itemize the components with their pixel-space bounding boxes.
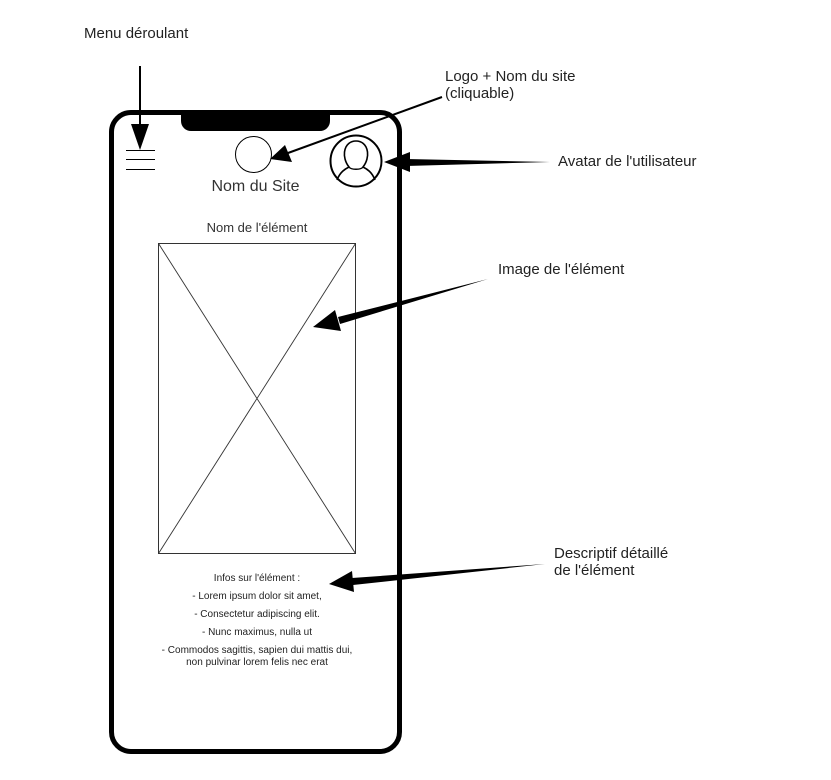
element-name: Nom de l'élément bbox=[206, 220, 308, 235]
phone-notch bbox=[181, 110, 330, 131]
details-line: - Commodos sagittis, sapien dui mattis d… bbox=[161, 645, 353, 656]
hamburger-menu-icon[interactable] bbox=[126, 150, 155, 171]
annotation-description-line2: de l'élément bbox=[554, 562, 635, 579]
hamburger-bar bbox=[126, 169, 155, 170]
details-line: non pulvinar lorem felis nec erat bbox=[186, 657, 328, 668]
annotation-menu-label: Menu déroulant bbox=[84, 25, 189, 42]
annotation-description-line1: Descriptif détaillé bbox=[554, 545, 669, 562]
annotation-logo-line1: Logo + Nom du site bbox=[445, 68, 576, 85]
arrow-avatar bbox=[384, 152, 550, 172]
annotation-logo-line2: (cliquable) bbox=[445, 85, 515, 102]
annotation-description-label: Descriptif détaillé de l'élément bbox=[554, 545, 668, 579]
hamburger-bar bbox=[126, 159, 155, 160]
annotation-avatar-label: Avatar de l'utilisateur bbox=[558, 153, 697, 170]
details-line: - Nunc maximus, nulla ut bbox=[201, 627, 313, 638]
details-line: - Consectetur adipiscing elit. bbox=[194, 609, 320, 620]
site-name[interactable]: Nom du Site bbox=[170, 177, 341, 196]
image-placeholder-icon bbox=[158, 243, 356, 554]
details-line: - Lorem ipsum dolor sit amet, bbox=[192, 591, 322, 602]
logo-circle-icon[interactable] bbox=[235, 136, 272, 173]
hamburger-bar bbox=[126, 150, 155, 151]
annotation-image-label: Image de l'élément bbox=[498, 261, 625, 278]
annotation-logo-label: Logo + Nom du site (cliquable) bbox=[445, 68, 576, 102]
details-title: Infos sur l'élément : bbox=[213, 573, 301, 584]
element-details: Infos sur l'élément : - Lorem ipsum dolo… bbox=[130, 573, 384, 669]
